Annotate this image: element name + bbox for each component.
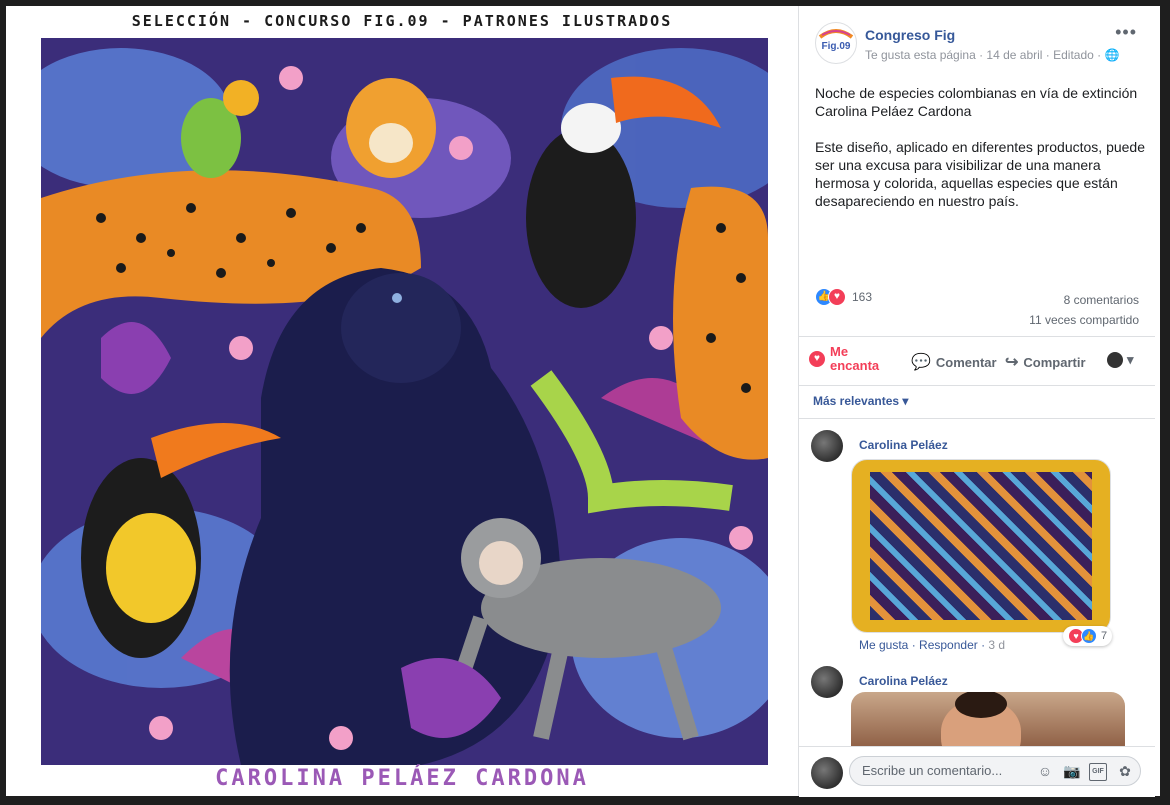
comment-reply-link[interactable]: Responder — [919, 638, 978, 652]
share-button[interactable]: ↪ Compartir — [1005, 352, 1086, 372]
comment-time[interactable]: 3 d — [988, 638, 1005, 652]
share-button-label: Compartir — [1023, 354, 1086, 370]
artwork-author: CAROLINA PELÁEZ CARDONA — [215, 766, 589, 791]
camera-icon[interactable]: 📷 — [1063, 763, 1080, 779]
love-button-label: Me encanta — [830, 344, 880, 373]
comment-button[interactable]: 💬 Comentar — [911, 352, 997, 372]
comment-like-link[interactable]: Me gusta — [859, 638, 908, 652]
post-meta: Te gusta esta página · 14 de abril · Edi… — [865, 48, 1119, 62]
love-button[interactable]: ♥ Me encanta — [809, 345, 886, 373]
comment-sort-dropdown[interactable]: Más relevantes ▾ — [813, 394, 908, 408]
post-body: Noche de especies colombianas en vía de … — [815, 84, 1145, 228]
reaction-summary[interactable]: 👍 ♥ 163 — [815, 288, 872, 306]
reaction-count: 163 — [852, 290, 873, 304]
divider — [799, 418, 1155, 419]
commenter-name[interactable]: Carolina Peláez — [859, 674, 948, 688]
comment-gif-image[interactable] — [851, 692, 1125, 752]
artwork-title: SELECCIÓN - CONCURSO FIG.09 - PATRONES I… — [131, 12, 673, 30]
commenter-avatar[interactable] — [811, 430, 843, 462]
comment-sort-label: Más relevantes — [813, 394, 900, 408]
artwork-image[interactable] — [41, 38, 768, 765]
caret-down-icon: ▾ — [902, 394, 909, 408]
comment-button-label: Comentar — [935, 354, 997, 370]
user-avatar — [811, 757, 843, 789]
engagement-counts: 8 comentarios 11 veces compartido — [1029, 290, 1139, 330]
comment-composer: Escribe un comentario... ☺ 📷 GIF ✿ — [799, 746, 1155, 797]
comment-reactions[interactable]: ♥ 👍 7 — [1063, 626, 1113, 646]
post-panel: Fig.09 Congreso Fig Te gusta esta página… — [798, 6, 1155, 797]
love-reaction-icon: ♥ — [828, 288, 846, 306]
page-avatar[interactable]: Fig.09 — [815, 22, 857, 64]
chevron-down-icon: ▾ — [1127, 352, 1134, 367]
commenter-name[interactable]: Carolina Peláez — [859, 438, 948, 452]
share-arrow-icon: ↪ — [1005, 354, 1019, 371]
comments-count-link[interactable]: 8 comentarios — [1029, 290, 1139, 310]
page-name-link[interactable]: Congreso Fig — [865, 27, 955, 43]
globe-icon: 🌐 — [1104, 48, 1120, 62]
composer-icons: ☺ 📷 GIF ✿ — [1037, 763, 1133, 781]
artwork-panel[interactable]: SELECCIÓN - CONCURSO FIG.09 - PATRONES I… — [6, 6, 798, 796]
commenter-avatar[interactable] — [811, 666, 843, 698]
emoji-icon[interactable]: ☺ — [1037, 763, 1053, 779]
sticker-icon[interactable]: ✿ — [1117, 763, 1133, 779]
post-paragraph: Este diseño, aplicado en diferentes prod… — [815, 139, 1146, 209]
post-meta-text: Te gusta esta página · 14 de abril · Edi… — [865, 48, 1105, 62]
gif-face — [941, 692, 1021, 752]
audience-selector[interactable]: ▾ — [1107, 352, 1134, 368]
like-reaction-icon: 👍 — [1081, 628, 1097, 644]
more-options-icon[interactable]: ••• — [1115, 22, 1137, 43]
comment-reaction-count: 7 — [1101, 630, 1108, 642]
user-avatar-small — [1107, 352, 1123, 368]
gif-icon[interactable]: GIF — [1089, 763, 1107, 781]
heart-icon: ♥ — [809, 351, 825, 367]
product-photo — [870, 472, 1092, 620]
comment-image[interactable] — [851, 459, 1111, 633]
action-bar: ♥ Me encanta 💬 Comentar ↪ Compartir ▾ — [799, 336, 1155, 386]
page-avatar-text: Fig.09 — [822, 41, 851, 52]
comment-bubble-icon: 💬 — [911, 354, 931, 371]
post-paragraph: Noche de especies colombianas en vía de … — [815, 85, 1138, 119]
comment-actions: Me gusta · Responder · 3 d — [859, 638, 1006, 652]
shares-count-link[interactable]: 11 veces compartido — [1029, 310, 1139, 330]
